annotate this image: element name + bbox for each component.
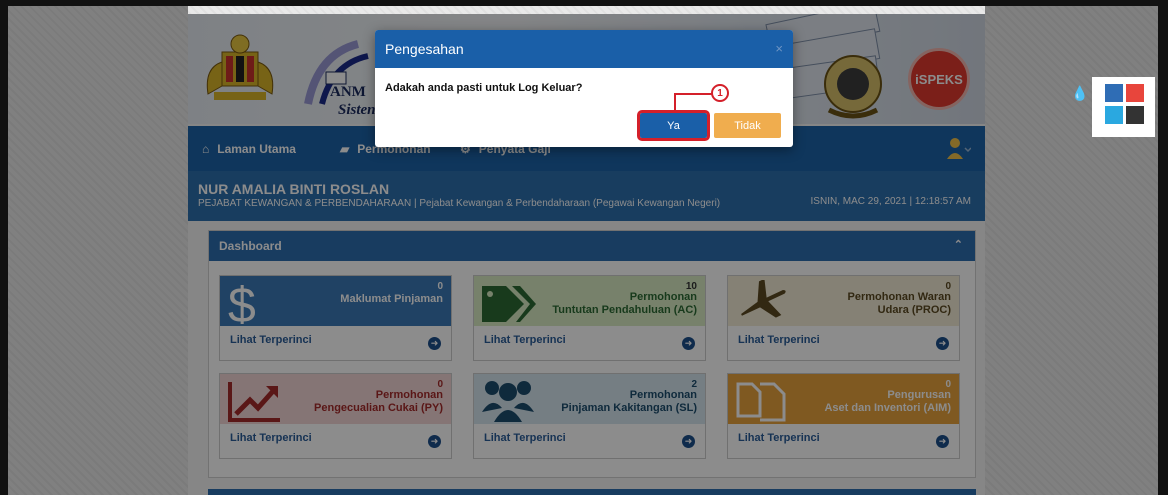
close-icon[interactable]: × (775, 41, 783, 56)
dialog-title: Pengesahan (385, 41, 464, 57)
confirm-yes-button[interactable]: Ya (637, 110, 710, 141)
theme-swatch-dark[interactable] (1126, 106, 1144, 124)
theme-switcher (1092, 77, 1155, 137)
theme-swatch-lightblue[interactable] (1105, 106, 1123, 124)
dialog-header: Pengesahan × (375, 30, 793, 68)
confirm-dialog: Pengesahan × Adakah anda pasti untuk Log… (375, 30, 793, 147)
backdrop-left (8, 6, 188, 495)
window-edge (1160, 0, 1165, 495)
theme-swatch-red[interactable] (1126, 84, 1144, 102)
theme-swatch-blue[interactable] (1105, 84, 1123, 102)
color-drop-icon[interactable]: 💧 (1071, 85, 1088, 105)
dialog-message: Adakah anda pasti untuk Log Keluar? (385, 82, 583, 94)
confirm-no-button[interactable]: Tidak (714, 113, 781, 138)
callout-connector-horizontal (674, 93, 712, 95)
callout-connector-vertical (674, 93, 676, 113)
step-marker: 1 (711, 84, 729, 102)
